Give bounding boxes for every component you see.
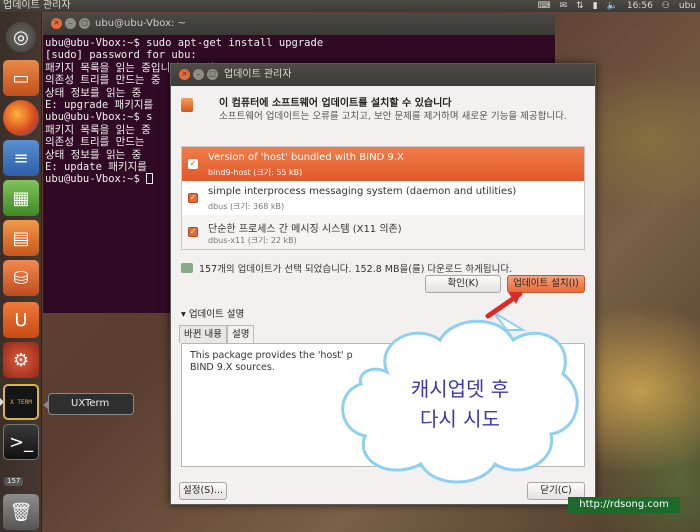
- files-icon[interactable]: ▭: [3, 60, 39, 96]
- libreoffice-writer-icon[interactable]: ≡: [3, 140, 39, 176]
- tab-description[interactable]: 설명: [226, 325, 255, 343]
- firefox-icon[interactable]: [3, 100, 39, 136]
- terminal-line: ubu@ubu-Vbox:~$ s: [45, 111, 153, 124]
- trash-icon[interactable]: 🗑: [3, 494, 39, 530]
- red-arrow-icon: [485, 291, 523, 319]
- keyboard-icon[interactable]: ⌨: [538, 0, 551, 12]
- terminal-line: 상태 정보를 읽는 중: [45, 86, 142, 99]
- update-heading: 이 컴퓨터에 소프트웨어 업데이트를 설치할 수 있습니다: [219, 98, 452, 109]
- terminal-title: ubu@ubu-Vbox: ~: [95, 18, 186, 29]
- minimize-icon[interactable]: –: [65, 18, 76, 29]
- close-icon[interactable]: ✕: [179, 69, 190, 80]
- dash-home-icon[interactable]: ◎: [6, 22, 36, 52]
- update-checkbox[interactable]: ✓: [188, 159, 198, 169]
- callout-text: 캐시업뎃 후 다시 시도: [335, 374, 585, 434]
- update-checkbox[interactable]: ✓: [188, 227, 198, 237]
- user-name[interactable]: ubu: [679, 0, 696, 12]
- active-window-title: 업데이트 관리자: [3, 0, 71, 11]
- update-checkbox[interactable]: ✓: [188, 193, 198, 203]
- update-available-icon: [181, 98, 193, 112]
- xterm-icon[interactable]: X TERM: [3, 384, 39, 420]
- terminal-line: 패키지 목록을 읽는 중: [45, 123, 151, 136]
- callout-line-2: 다시 시도: [420, 407, 500, 431]
- terminal-line: ubu@ubu-Vbox:~$: [45, 173, 147, 186]
- update-name: Version of 'host' bundled with BIND 9.X: [208, 152, 404, 163]
- maximize-icon[interactable]: □: [207, 69, 218, 80]
- terminal-line: ubu@ubu-Vbox:~$ sudo apt-get install upg…: [45, 37, 324, 49]
- mail-icon[interactable]: ✉: [560, 0, 568, 12]
- minimize-icon[interactable]: –: [193, 69, 204, 80]
- watermark: http://rdsong.com: [568, 497, 680, 513]
- update-list[interactable]: ✓ Version of 'host' bundled with BIND 9.…: [181, 146, 585, 250]
- close-icon[interactable]: ✕: [51, 18, 62, 29]
- callout-line-1: 캐시업뎃 후: [410, 377, 510, 401]
- update-name: simple interprocess messaging system (da…: [208, 186, 517, 197]
- terminal-line: 의존성 트리를 만드는: [45, 136, 145, 149]
- download-icon: [181, 263, 193, 273]
- update-summary: 157개의 업데이트가 선택 되었습니다. 152.8 MB을(를) 다운로드 …: [181, 261, 512, 275]
- update-manager-title: 업데이트 관리자: [224, 69, 292, 80]
- update-row[interactable]: ✓ Version of 'host' bundled with BIND 9.…: [182, 147, 584, 181]
- triangle-down-icon: ▾: [181, 309, 186, 320]
- maximize-icon[interactable]: □: [79, 18, 90, 29]
- system-settings-icon[interactable]: ⚙: [3, 342, 39, 378]
- terminal-cursor: [146, 173, 154, 185]
- launcher-tooltip: UXTerm: [43, 393, 134, 415]
- description-expander[interactable]: ▾ 업데이트 설명: [181, 306, 244, 320]
- update-summary-text: 157개의 업데이트가 선택 되었습니다. 152.8 MB을(를) 다운로드 …: [199, 264, 513, 275]
- update-package: bind9-host (크기: 55 kB): [208, 168, 303, 177]
- ubuntu-one-icon[interactable]: U: [3, 302, 39, 338]
- update-row[interactable]: ✓ 단순한 프로세스 간 메시징 시스템 (X11 의존) dbus-x11 (…: [182, 215, 584, 249]
- libreoffice-calc-icon[interactable]: ▦: [3, 180, 39, 216]
- update-description: 소프트웨어 업데이트는 오류를 고치고, 보안 문제를 제거하며 새로운 기능을…: [219, 111, 567, 122]
- user-icon[interactable]: ⚇: [662, 0, 670, 12]
- indicator-area: ⌨ ✉ ⇅ ▮ 🔈 16:56 ⚇ ubu: [538, 0, 696, 12]
- battery-icon[interactable]: ▮: [593, 0, 598, 12]
- description-expander-label: 업데이트 설명: [188, 309, 245, 320]
- top-panel: 업데이트 관리자 ⌨ ✉ ⇅ ▮ 🔈 16:56 ⚇ ubu: [0, 0, 700, 12]
- description-tabs: 바뀐 내용 설명: [179, 325, 255, 343]
- terminal-line: [sudo] password for ubu:: [45, 49, 197, 62]
- update-count-badge: 157: [4, 477, 24, 486]
- xterm-icon-label: X TERM: [10, 398, 32, 406]
- update-name: 단순한 프로세스 간 메시징 시스템 (X11 의존): [208, 224, 402, 235]
- update-package: dbus (크기: 368 kB): [208, 202, 285, 211]
- settings-button[interactable]: 설정(S)...: [179, 482, 227, 500]
- terminal-line: E: update 패키지를: [45, 161, 147, 174]
- terminal-line: 상태 정보를 읽는 중: [45, 148, 142, 161]
- update-manager-titlebar[interactable]: ✕ – □ 업데이트 관리자: [171, 64, 595, 86]
- terminal-line: E: upgrade 패키지를: [45, 99, 154, 112]
- libreoffice-impress-icon[interactable]: ▤: [3, 220, 39, 256]
- clock[interactable]: 16:56: [627, 0, 653, 12]
- volume-icon[interactable]: 🔈: [607, 0, 618, 12]
- software-center-icon[interactable]: ⛁: [3, 260, 39, 296]
- terminal-icon[interactable]: >_: [3, 424, 39, 460]
- launcher: ◎ ▭ ≡ ▦ ▤ ⛁ U ⚙ X TERM >_ 157 🗑: [0, 12, 42, 532]
- update-package: dbus-x11 (크기: 22 kB): [208, 236, 297, 245]
- terminal-line: 의존성 트리를 만드는 중: [45, 74, 161, 87]
- tab-changes[interactable]: 바뀐 내용: [179, 325, 227, 343]
- update-row[interactable]: ✓ simple interprocess messaging system (…: [182, 181, 584, 215]
- callout-cloud: 캐시업뎃 후 다시 시도: [335, 311, 585, 487]
- network-icon[interactable]: ⇅: [576, 0, 584, 12]
- terminal-titlebar[interactable]: ✕ – □ ubu@ubu-Vbox: ~: [43, 13, 555, 35]
